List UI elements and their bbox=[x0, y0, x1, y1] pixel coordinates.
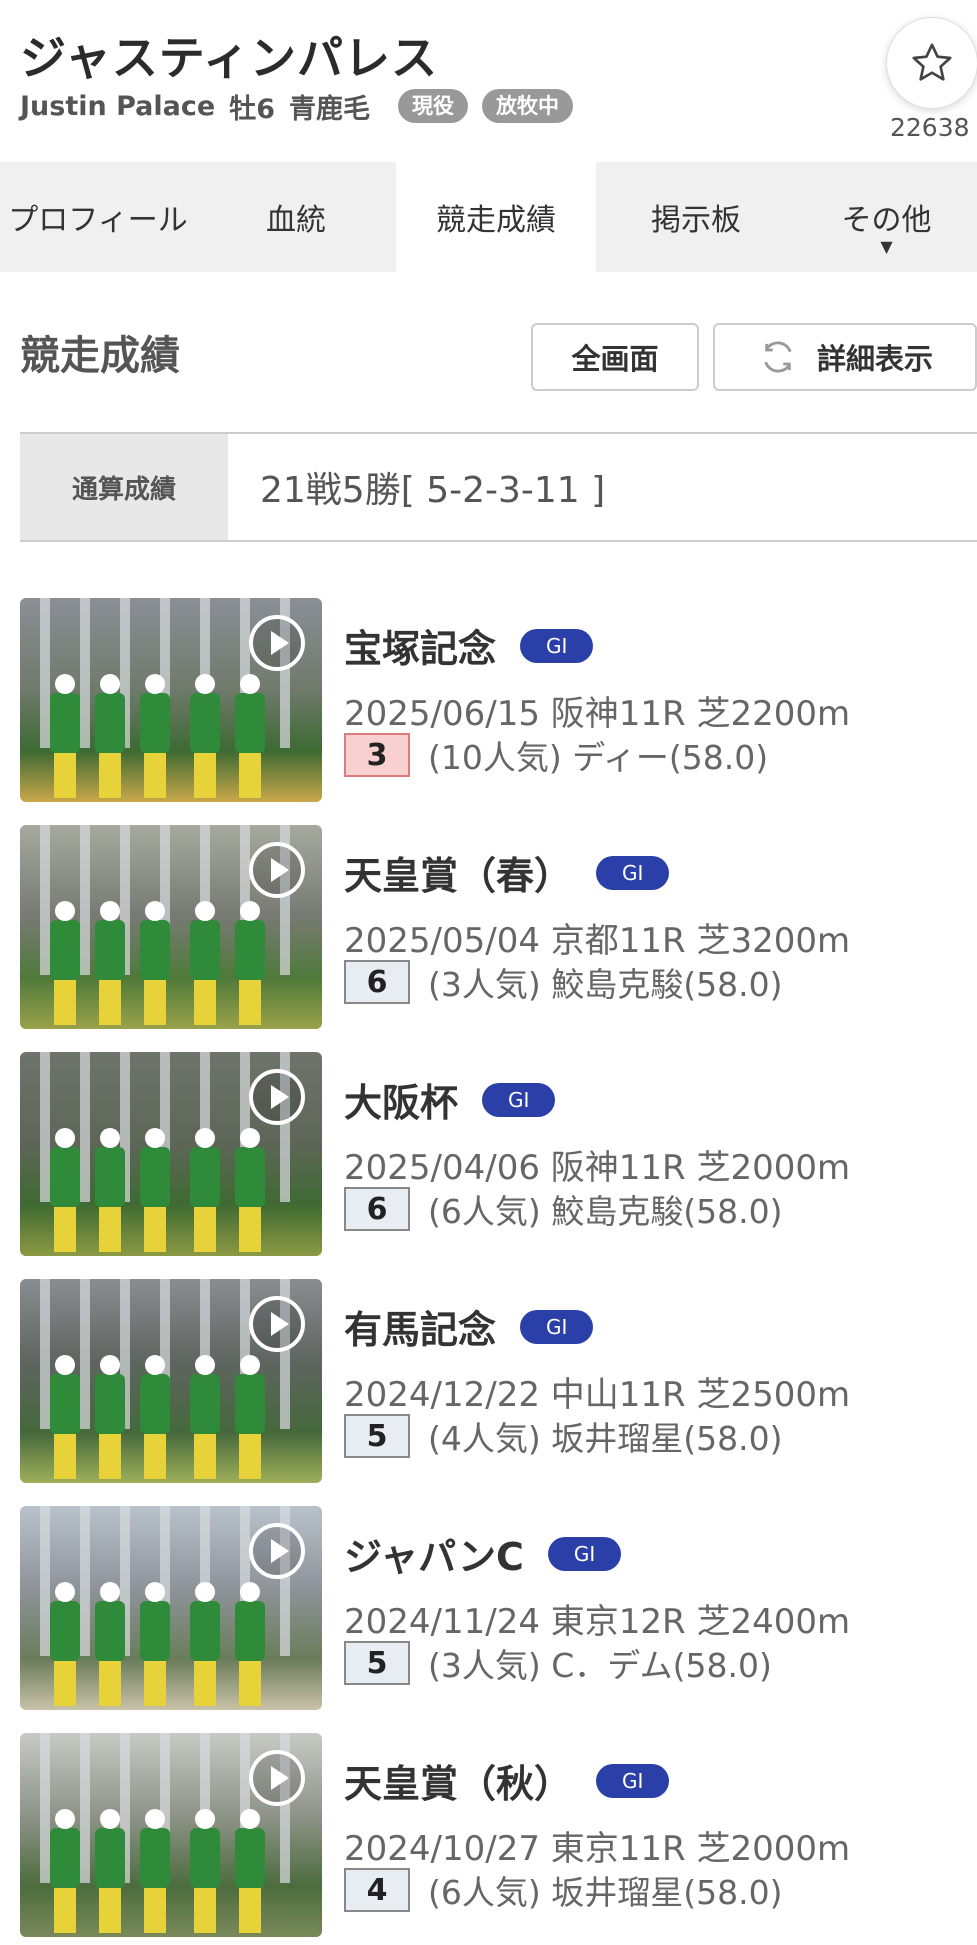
race-row[interactable]: 宝塚記念 GI 2025/06/15 阪神11R 芝2200m 3 (10人気) ディー… bbox=[20, 598, 977, 802]
grade-badge: GI bbox=[520, 628, 594, 663]
race-result: 6 (3人気) 鮫島克駿(58.0) bbox=[344, 959, 782, 1005]
summary-label: 通算成績 bbox=[20, 434, 228, 540]
fullscreen-button[interactable]: 全画面 bbox=[531, 323, 699, 391]
caret-down-icon: ▼ bbox=[880, 237, 893, 256]
race-info: 2024/10/27 東京11R 芝2000m bbox=[344, 1829, 851, 1869]
play-icon[interactable] bbox=[248, 1068, 306, 1126]
race-row[interactable]: 有馬記念 GI 2024/12/22 中山11R 芝2500m 5 (4人気) 坂井瑠星… bbox=[20, 1279, 977, 1483]
race-row[interactable]: 天皇賞（秋） GI 2024/10/27 東京11R 芝2000m 4 (6人気) 坂井… bbox=[20, 1733, 977, 1937]
tab-other[interactable]: その他 ▼ bbox=[796, 162, 977, 272]
tab-other-label: その他 bbox=[841, 203, 932, 238]
tab-pedigree[interactable]: 血統 bbox=[196, 162, 396, 272]
race-video-thumbnail[interactable] bbox=[20, 1733, 322, 1937]
race-video-thumbnail[interactable] bbox=[20, 1052, 322, 1256]
favorite-count: 22638 bbox=[890, 113, 970, 142]
race-result: 6 (6人気) 鮫島克駿(58.0) bbox=[344, 1186, 782, 1232]
detail-view-button[interactable]: 詳細表示 bbox=[713, 323, 977, 391]
result-detail: (6人気) 坂井瑠星(58.0) bbox=[428, 1873, 783, 1912]
tab-board[interactable]: 掲示板 bbox=[596, 162, 796, 272]
status-badge-active: 現役 bbox=[398, 89, 468, 123]
finish-position: 5 bbox=[344, 1641, 410, 1685]
favorite-button[interactable] bbox=[886, 17, 977, 109]
race-info: 2024/11/24 東京12R 芝2400m bbox=[344, 1602, 851, 1642]
horse-sex-age: 牡6 bbox=[229, 93, 275, 125]
race-name[interactable]: ジャパンC GI bbox=[344, 1526, 622, 1581]
play-icon[interactable] bbox=[248, 1749, 306, 1807]
race-name-label: 有馬記念 bbox=[344, 1308, 497, 1352]
race-result: 4 (6人気) 坂井瑠星(58.0) bbox=[344, 1867, 782, 1913]
race-result: 3 (10人気) ディー(58.0) bbox=[344, 732, 768, 778]
detail-view-label: 詳細表示 bbox=[816, 342, 933, 376]
grade-badge: GI bbox=[482, 1082, 556, 1117]
tab-bar: プロフィール 血統 競走成績 掲示板 その他 ▼ bbox=[0, 162, 977, 272]
race-name-label: 天皇賞（秋） bbox=[344, 1762, 573, 1806]
horse-header: ジャスティンパレス Justin Palace 牡6 青鹿毛 現役 放牧中 22… bbox=[0, 0, 977, 162]
result-detail: (3人気) C．デム(58.0) bbox=[428, 1646, 772, 1685]
finish-position: 4 bbox=[344, 1868, 410, 1912]
finish-position: 3 bbox=[344, 733, 410, 777]
play-icon[interactable] bbox=[248, 1295, 306, 1353]
race-name-label: 大阪杯 bbox=[344, 1081, 459, 1125]
race-video-thumbnail[interactable] bbox=[20, 1279, 322, 1483]
race-info: 2025/04/06 阪神11R 芝2000m bbox=[344, 1148, 851, 1188]
play-icon[interactable] bbox=[248, 841, 306, 899]
horse-meta: Justin Palace 牡6 青鹿毛 現役 放牧中 bbox=[20, 88, 573, 125]
race-name[interactable]: 有馬記念 GI bbox=[344, 1299, 594, 1354]
tab-profile[interactable]: プロフィール bbox=[0, 162, 196, 272]
race-info: 2025/05/04 京都11R 芝3200m bbox=[344, 921, 851, 961]
finish-position: 5 bbox=[344, 1414, 410, 1458]
play-icon[interactable] bbox=[248, 614, 306, 672]
race-name-label: 宝塚記念 bbox=[344, 627, 497, 671]
status-badge-resting: 放牧中 bbox=[482, 89, 573, 123]
race-name[interactable]: 大阪杯 GI bbox=[344, 1072, 556, 1127]
result-detail: (4人気) 坂井瑠星(58.0) bbox=[428, 1419, 783, 1458]
race-name[interactable]: 宝塚記念 GI bbox=[344, 618, 594, 673]
horse-coat: 青鹿毛 bbox=[289, 93, 370, 125]
race-row[interactable]: ジャパンC GI 2024/11/24 東京12R 芝2400m 5 (3人気) C．デ… bbox=[20, 1506, 977, 1710]
star-icon bbox=[912, 43, 952, 81]
tab-race-results[interactable]: 競走成績 bbox=[396, 162, 596, 272]
race-name[interactable]: 天皇賞（秋） GI bbox=[344, 1753, 670, 1808]
finish-position: 6 bbox=[344, 960, 410, 1004]
grade-badge: GI bbox=[520, 1309, 594, 1344]
race-video-thumbnail[interactable] bbox=[20, 1506, 322, 1710]
refresh-icon bbox=[764, 341, 792, 373]
grade-badge: GI bbox=[596, 855, 670, 890]
grade-badge: GI bbox=[547, 1536, 622, 1571]
race-result: 5 (4人気) 坂井瑠星(58.0) bbox=[344, 1413, 782, 1459]
race-name-label: ジャパンC bbox=[344, 1535, 524, 1579]
horse-name-en: Justin Palace bbox=[20, 90, 216, 122]
horse-name: ジャスティンパレス bbox=[20, 31, 438, 85]
race-video-thumbnail[interactable] bbox=[20, 598, 322, 802]
race-info: 2025/06/15 阪神11R 芝2200m bbox=[344, 694, 851, 734]
race-row[interactable]: 大阪杯 GI 2025/04/06 阪神11R 芝2000m 6 (6人気) 鮫島克駿(… bbox=[20, 1052, 977, 1256]
race-name-label: 天皇賞（春） bbox=[344, 854, 573, 898]
result-detail: (6人気) 鮫島克駿(58.0) bbox=[428, 1192, 783, 1231]
race-video-thumbnail[interactable] bbox=[20, 825, 322, 1029]
result-detail: (3人気) 鮫島克駿(58.0) bbox=[428, 965, 783, 1004]
play-icon[interactable] bbox=[248, 1522, 306, 1580]
race-name[interactable]: 天皇賞（春） GI bbox=[344, 845, 670, 900]
career-summary: 通算成績 21戦5勝[ 5-2-3-11 ] bbox=[20, 432, 977, 542]
race-row[interactable]: 天皇賞（春） GI 2025/05/04 京都11R 芝3200m 6 (3人気) 鮫島… bbox=[20, 825, 977, 1029]
grade-badge: GI bbox=[596, 1763, 670, 1798]
race-result: 5 (3人気) C．デム(58.0) bbox=[344, 1640, 772, 1686]
section-title: 競走成績 bbox=[20, 333, 180, 379]
summary-value: 21戦5勝[ 5-2-3-11 ] bbox=[260, 470, 606, 511]
result-detail: (10人気) ディー(58.0) bbox=[428, 738, 769, 777]
finish-position: 6 bbox=[344, 1187, 410, 1231]
race-info: 2024/12/22 中山11R 芝2500m bbox=[344, 1375, 851, 1415]
